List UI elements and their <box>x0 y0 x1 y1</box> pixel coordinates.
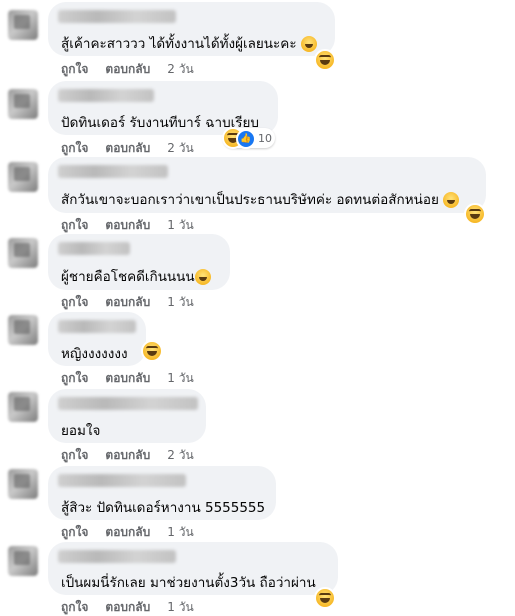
like-reaction-icon: 👍 <box>236 129 256 149</box>
avatar[interactable] <box>8 315 38 345</box>
timestamp[interactable]: 2 วัน <box>167 62 193 76</box>
reply-link[interactable]: ตอบกลับ <box>105 141 150 155</box>
commenter-name-blurred[interactable] <box>58 242 130 255</box>
timestamp[interactable]: 1 วัน <box>167 295 193 309</box>
comment-text: สักวันเขาจะบอกเราว่าเขาเป็นประธานบริษัทค… <box>61 188 460 210</box>
comment-bubble: ยอมใจ <box>48 389 206 443</box>
comment-text: หญิงงงงงงง <box>61 346 128 362</box>
like-link[interactable]: ถูกใจ <box>61 295 88 309</box>
avatar[interactable] <box>8 89 38 119</box>
comment-bubble: หญิงงงงงงง <box>48 312 146 366</box>
avatar[interactable] <box>8 162 38 192</box>
timestamp[interactable]: 1 วัน <box>167 371 193 385</box>
comment-bubble: ปัดทินเดอร์ รับงานทีบาร์ ฉาบเรียบ <box>48 81 278 135</box>
comment-text: สู้เค้าคะสาววว ได้ทั้งงานได้ทั้งผู้เลยนะ… <box>61 32 317 54</box>
grinning-sweat-emoji-icon <box>194 269 211 285</box>
comment-actions: ถูกใจ ตอบกลับ 1 วัน <box>61 598 194 616</box>
comment-actions: ถูกใจ ตอบกลับ 1 วัน <box>61 369 194 388</box>
timestamp[interactable]: 2 วัน <box>167 141 193 155</box>
avatar[interactable] <box>8 546 38 576</box>
haha-reaction-icon[interactable] <box>314 49 336 71</box>
avatar[interactable] <box>8 238 38 268</box>
reply-link[interactable]: ตอบกลับ <box>105 448 150 462</box>
reply-link[interactable]: ตอบกลับ <box>105 295 150 309</box>
comment-text: เป็นผมนี่รักเลย มาช่วยงานตั้ง3วัน ถือว่า… <box>61 575 316 591</box>
avatar[interactable] <box>8 469 38 499</box>
comment-text: สู้สิวะ ปัดทินเดอร์หางาน 5555555 <box>61 500 266 516</box>
comment-bubble: สักวันเขาจะบอกเราว่าเขาเป็นประธานบริษัทค… <box>48 157 486 213</box>
like-link[interactable]: ถูกใจ <box>61 141 88 155</box>
commenter-name-blurred[interactable] <box>58 165 168 178</box>
like-link[interactable]: ถูกใจ <box>61 62 88 76</box>
timestamp[interactable]: 1 วัน <box>167 218 193 232</box>
reply-link[interactable]: ตอบกลับ <box>105 525 150 539</box>
haha-reaction-icon[interactable] <box>141 340 163 362</box>
comment-bubble: ผู้ชายคือโชคดีเกินนนน <box>48 234 230 290</box>
commenter-name-blurred[interactable] <box>58 10 176 23</box>
haha-reaction-icon[interactable] <box>464 203 486 225</box>
commenter-name-blurred[interactable] <box>58 474 186 487</box>
reply-link[interactable]: ตอบกลับ <box>105 218 150 232</box>
comment-actions: ถูกใจ ตอบกลับ 1 วัน <box>61 293 194 312</box>
comments-list: สู้เค้าคะสาววว ได้ทั้งงานได้ทั้งผู้เลยนะ… <box>0 0 515 616</box>
comment-bubble: สู้สิวะ ปัดทินเดอร์หางาน 5555555 <box>48 466 276 520</box>
comment-actions: ถูกใจ ตอบกลับ 2 วัน <box>61 60 194 79</box>
timestamp[interactable]: 1 วัน <box>167 525 193 539</box>
comment-text: ยอมใจ <box>61 423 101 439</box>
grinning-sweat-emoji-icon <box>300 36 317 52</box>
comment-bubble: สู้เค้าคะสาววว ได้ทั้งงานได้ทั้งผู้เลยนะ… <box>48 2 335 56</box>
like-link[interactable]: ถูกใจ <box>61 448 88 462</box>
comment-actions: ถูกใจ ตอบกลับ 2 วัน <box>61 139 194 158</box>
comment-actions: ถูกใจ ตอบกลับ 1 วัน <box>61 216 194 235</box>
commenter-name-blurred[interactable] <box>58 397 198 410</box>
like-link[interactable]: ถูกใจ <box>61 218 88 232</box>
comment-text: ผู้ชายคือโชคดีเกินนนน <box>61 265 211 287</box>
rofl-emoji-icon <box>443 192 460 208</box>
commenter-name-blurred[interactable] <box>58 89 154 102</box>
commenter-name-blurred[interactable] <box>58 550 176 563</box>
like-link[interactable]: ถูกใจ <box>61 525 88 539</box>
avatar[interactable] <box>8 392 38 422</box>
like-link[interactable]: ถูกใจ <box>61 371 88 385</box>
haha-reaction-icon[interactable] <box>314 587 336 609</box>
like-link[interactable]: ถูกใจ <box>61 600 88 614</box>
avatar[interactable] <box>8 10 38 40</box>
timestamp[interactable]: 2 วัน <box>167 448 193 462</box>
comment-bubble: เป็นผมนี่รักเลย มาช่วยงานตั้ง3วัน ถือว่า… <box>48 542 338 595</box>
comment-actions: ถูกใจ ตอบกลับ 2 วัน <box>61 446 194 465</box>
reply-link[interactable]: ตอบกลับ <box>105 600 150 614</box>
commenter-name-blurred[interactable] <box>58 320 136 333</box>
reaction-count: 10 <box>258 132 272 145</box>
timestamp[interactable]: 1 วัน <box>167 600 193 614</box>
reply-link[interactable]: ตอบกลับ <box>105 371 150 385</box>
reply-link[interactable]: ตอบกลับ <box>105 62 150 76</box>
comment-actions: ถูกใจ ตอบกลับ 1 วัน <box>61 523 194 542</box>
